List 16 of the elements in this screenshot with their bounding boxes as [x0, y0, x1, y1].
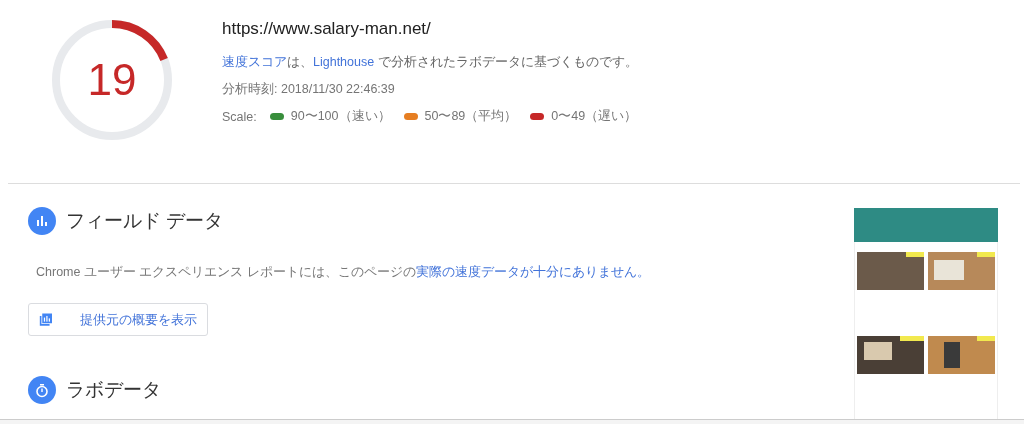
description-text: 速度スコアは、Lighthouse で分析されたラボデータに基づくものです。: [222, 54, 638, 71]
speed-data-link[interactable]: 実際の速度データが十分にありません。: [415, 265, 650, 279]
section-heading: ラボデータ: [66, 378, 161, 402]
legend-label: 90〜100（速い）: [290, 108, 391, 125]
legend-label: 50〜89（平均）: [424, 108, 518, 125]
stopwatch-icon: [28, 376, 56, 404]
analysis-time: 分析時刻: 2018/11/30 22:46:39: [222, 81, 396, 98]
score-value: 19: [87, 58, 137, 102]
origin-summary-button[interactable]: 提供元の概要を表示: [28, 303, 208, 336]
page-url: https://www.salary-man.net/: [222, 19, 432, 39]
scale-label: Scale:: [222, 109, 257, 124]
legend-label: 0〜49（遅い）: [551, 108, 638, 125]
section-heading: フィールド データ: [66, 209, 224, 233]
field-data-message: Chrome ユーザー エクスペリエンス レポートには、このページの実際の速度データが十分にありません。: [36, 264, 650, 281]
bar-chart-icon: [28, 207, 56, 235]
library-icon: [39, 311, 52, 328]
